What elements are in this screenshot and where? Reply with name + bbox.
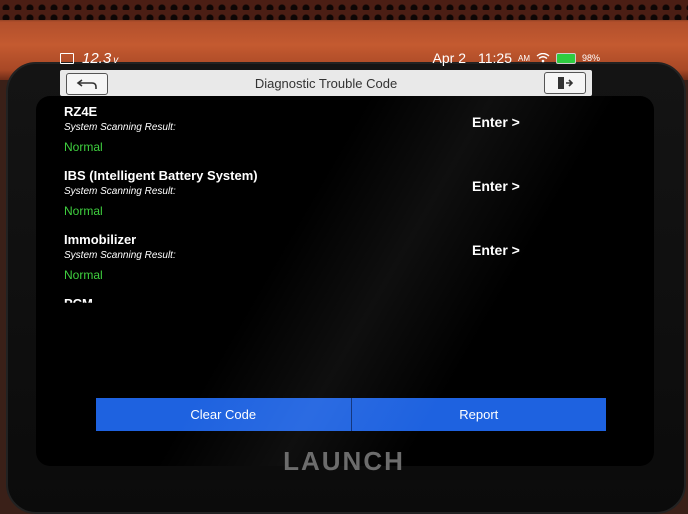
- enter-button[interactable]: Enter >: [472, 242, 520, 258]
- status-bar: 12.3 v Apr 2 11:25 AM 98%: [60, 50, 600, 70]
- list-item: IBS (Intelligent Battery System) System …: [60, 164, 600, 228]
- bottom-action-bar: Clear Code Report: [96, 398, 606, 431]
- scan-result-value: Normal: [64, 140, 103, 154]
- brand-logo: LAUNCH: [283, 446, 405, 476]
- exit-door-icon: [558, 77, 574, 89]
- page-title: Diagnostic Trouble Code: [254, 76, 398, 91]
- scan-result-label: System Scanning Result:: [64, 250, 176, 261]
- clear-code-button[interactable]: Clear Code: [96, 398, 351, 431]
- system-name: IBS (Intelligent Battery System): [64, 168, 258, 183]
- status-right: Apr 2 11:25 AM 98%: [433, 50, 600, 66]
- car-battery-icon: [60, 53, 74, 64]
- enter-button[interactable]: Enter >: [472, 114, 520, 130]
- system-list: RZ4E System Scanning Result: Normal Ente…: [60, 100, 600, 398]
- battery-icon: [555, 52, 576, 64]
- scan-result-value: Normal: [64, 204, 103, 218]
- scan-result-value: Normal: [64, 268, 103, 282]
- voltage-value: 12.3 v: [82, 50, 119, 67]
- exit-button[interactable]: [544, 72, 586, 94]
- voltage-indicator: 12.3 v: [60, 50, 118, 67]
- enter-button[interactable]: Enter >: [472, 178, 520, 194]
- case-mesh: [0, 0, 688, 20]
- system-name: RZ4E: [64, 104, 98, 119]
- scan-result-label: System Scanning Result:: [64, 122, 176, 133]
- status-date: Apr 2: [432, 50, 466, 66]
- system-name-partial: PCM: [64, 296, 93, 311]
- status-time: 11:25: [477, 50, 512, 66]
- wifi-icon: [536, 53, 550, 63]
- report-button[interactable]: Report: [350, 398, 606, 431]
- list-item: RZ4E System Scanning Result: Normal Ente…: [60, 100, 600, 164]
- system-name: Immobilizer: [64, 232, 137, 247]
- battery-percent: 98%: [581, 53, 600, 63]
- list-item: Immobilizer System Scanning Result: Norm…: [60, 228, 600, 292]
- status-ampm: AM: [517, 53, 530, 63]
- title-bar: Diagnostic Trouble Code: [60, 70, 592, 96]
- scan-result-label: System Scanning Result:: [64, 186, 176, 197]
